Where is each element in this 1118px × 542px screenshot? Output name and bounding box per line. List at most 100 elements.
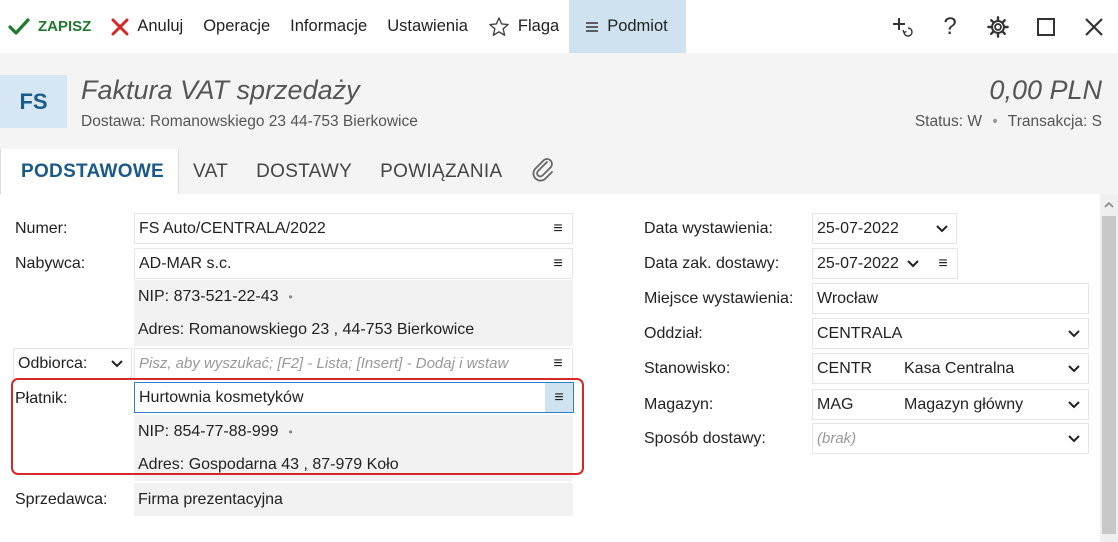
magazyn-label: Magazyn: [644,396,714,413]
odbiorca-label: Odbiorca: [18,354,88,372]
toolbar-right: ? [878,0,1118,53]
delivery-address: Dostawa: Romanowskiego 23 44-753 Bierkow… [81,113,418,130]
data-wystawienia-value: 25-07-2022 [817,219,899,237]
chevron-down-icon [936,224,948,233]
scroll-up-icon[interactable] [1100,198,1118,212]
sprzedawca-label: Sprzedawca: [15,491,108,508]
data-wystawienia-picker[interactable]: 25-07-2022 [812,213,957,244]
maximize-icon[interactable] [1022,0,1070,53]
oddzial-label: Oddział: [644,325,703,342]
data-zak-menu-icon[interactable]: ≡ [929,249,957,278]
chevron-down-icon [1068,434,1080,443]
miejsce-label: Miejsce wystawienia: [644,290,794,307]
oddzial-value: CENTRALA [817,324,903,342]
help-icon[interactable]: ? [926,0,974,53]
close-window-icon[interactable] [1070,0,1118,53]
subject-label: Podmiot [607,17,668,35]
miejsce-value: Wrocław [817,289,879,307]
nabywca-nip: NIP: 873-521-22-43 • [134,280,573,313]
vertical-scrollbar[interactable] [1100,194,1118,542]
sprzedawca-value: Firma prezentacyjna [138,490,283,508]
operations-label: Operacje [203,17,271,35]
odbiorca-placeholder: Pisz, aby wyszukać; [F2] - Lista; [Inser… [139,355,509,372]
tab-vat[interactable]: VAT [179,149,242,194]
checkmark-icon [8,17,30,36]
tab-powiazania[interactable]: POWIĄZANIA [366,149,516,194]
flag-button[interactable]: Flaga [478,0,569,53]
document-title: Faktura VAT sprzedaży [81,75,360,105]
tab-dostawy[interactable]: DOSTAWY [242,149,366,194]
sposob-dostawy-select[interactable]: (brak) [812,423,1089,454]
settings-label: Ustawienia [387,17,468,35]
nabywca-field[interactable]: AD-MAR s.c. ≡ [134,248,573,279]
save-label: ZAPISZ [38,18,92,35]
data-zak-picker[interactable]: 25-07-2022 ≡ [812,248,958,279]
magazyn-name: Magazyn główny [904,395,1024,413]
document-header: FS Faktura VAT sprzedaży Dostawa: Romano… [0,53,1118,149]
highlight-frame [11,378,584,475]
cancel-label: Anuluj [137,17,184,35]
transaction-value: S [1091,113,1102,130]
tab-podstawowe[interactable]: PODSTAWOWE [0,149,180,194]
miejsce-input[interactable]: Wrocław [812,283,1089,314]
document-type-badge: FS [0,75,67,128]
scrollbar-thumb[interactable] [1102,216,1116,534]
chevron-down-icon [1068,364,1080,373]
chevron-down-icon [111,359,123,368]
flag-label: Flaga [517,17,560,35]
chevron-down-icon [1068,329,1080,338]
close-icon [111,18,129,36]
nabywca-menu-icon[interactable]: ≡ [544,249,572,278]
status-line: Status: W • Transakcja: S [915,113,1102,131]
numer-menu-icon[interactable]: ≡ [544,214,572,243]
chevron-down-icon [907,259,919,268]
nip-bullet: • [288,289,293,304]
tab-bar: PODSTAWOWE VAT DOSTAWY POWIĄZANIA [0,149,1118,194]
nabywca-address: Adres: Romanowskiego 23 , 44-753 Bierkow… [134,313,573,346]
document-amount: 0,00 PLN [989,75,1102,105]
nabywca-label: Nabywca: [15,255,86,272]
nabywca-address-text: Adres: Romanowskiego 23 , 44-753 Bierkow… [138,320,475,338]
cancel-button[interactable]: Anuluj [101,0,193,53]
data-wystawienia-label: Data wystawienia: [644,220,773,237]
nabywca-value: AD-MAR s.c. [139,254,232,272]
sposob-dostawy-label: Sposób dostawy: [644,430,766,447]
oddzial-select[interactable]: CENTRALA [812,318,1089,349]
info-label: Informacje [290,17,368,35]
magazyn-select[interactable]: MAG Magazyn główny [812,389,1089,420]
star-icon [488,16,510,38]
data-zak-label: Data zak. dostawy: [644,255,780,272]
data-zak-value: 25-07-2022 [817,254,899,272]
paperclip-icon [532,156,554,188]
odbiorca-menu-icon[interactable]: ≡ [544,349,572,378]
sprzedawca-field: Firma prezentacyjna [134,483,573,516]
add-related-icon[interactable] [878,0,926,53]
operations-menu[interactable]: Operacje [193,0,280,53]
menu-icon [585,20,599,34]
numer-field[interactable]: FS Auto/CENTRALA/2022 ≡ [134,213,573,244]
tab-attachments[interactable] [516,149,570,194]
sposob-dostawy-value: (brak) [817,430,857,447]
nabywca-nip-text: NIP: 873-521-22-43 [138,287,279,305]
odbiorca-select[interactable]: Odbiorca: [13,348,132,379]
stanowisko-code: CENTR [817,359,873,377]
transaction-label: Transakcja: [1007,113,1088,130]
numer-label: Numer: [15,220,68,237]
gear-icon[interactable] [974,0,1022,53]
magazyn-code: MAG [817,395,854,413]
numer-value: FS Auto/CENTRALA/2022 [139,219,326,237]
subject-button[interactable]: Podmiot [569,0,686,53]
chevron-down-icon [1068,400,1080,409]
stanowisko-name: Kasa Centralna [904,359,1015,377]
save-button[interactable]: ZAPISZ [0,0,101,53]
info-menu[interactable]: Informacje [280,0,377,53]
settings-menu[interactable]: Ustawienia [377,0,478,53]
toolbar: ZAPISZ Anuluj Operacje Informacje Ustawi… [0,0,1118,53]
form-content: Numer: FS Auto/CENTRALA/2022 ≡ Nabywca: … [0,194,1100,542]
stanowisko-select[interactable]: CENTR Kasa Centralna [812,353,1089,384]
stanowisko-label: Stanowisko: [644,360,731,377]
separator-dot: • [992,113,998,130]
status-value: W [967,113,983,130]
status-label: Status: [914,113,964,130]
odbiorca-input[interactable]: Pisz, aby wyszukać; [F2] - Lista; [Inser… [134,348,573,379]
